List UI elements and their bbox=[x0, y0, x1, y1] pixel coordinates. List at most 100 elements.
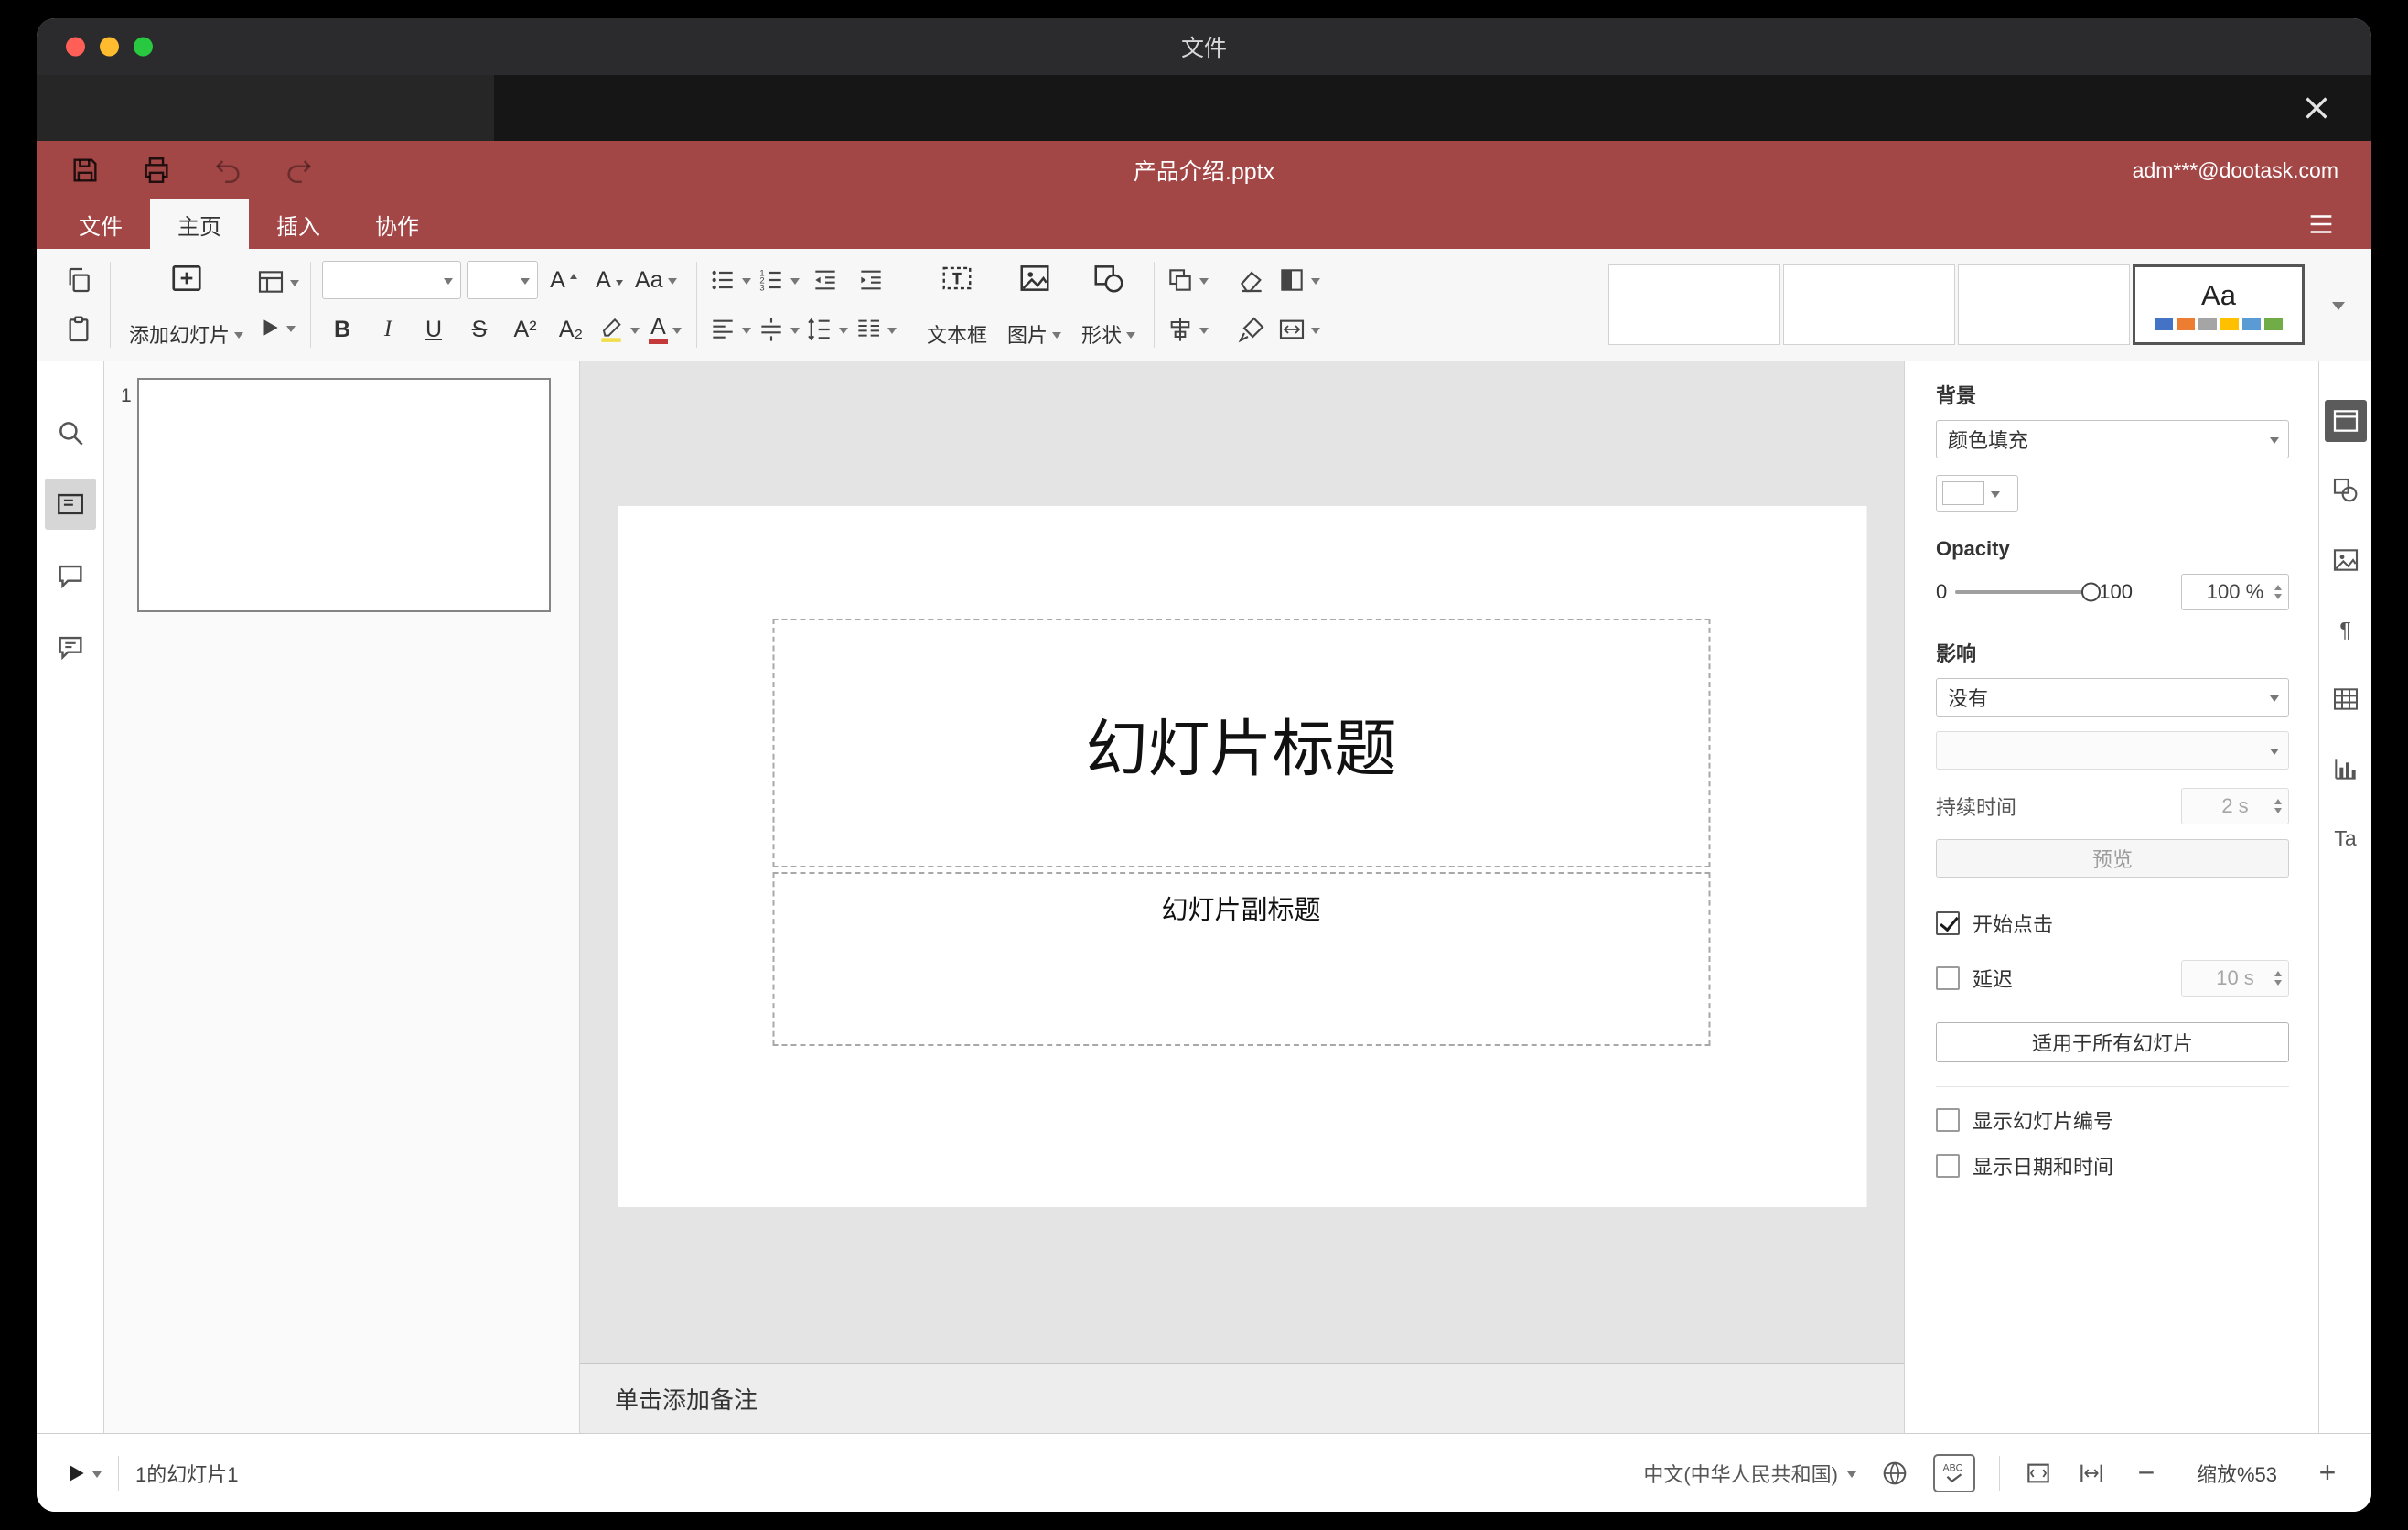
close-icon[interactable] bbox=[2300, 92, 2333, 124]
slides-panel-button[interactable] bbox=[44, 479, 96, 530]
spellcheck-button[interactable] bbox=[1933, 1453, 1975, 1492]
image-settings-button[interactable] bbox=[2325, 539, 2367, 581]
tab-home[interactable]: 主页 bbox=[150, 199, 249, 249]
comments-button[interactable] bbox=[45, 550, 96, 601]
zoom-level[interactable]: 缩放%53 bbox=[2187, 1459, 2287, 1488]
maximize-window-button[interactable] bbox=[134, 37, 153, 57]
shape-settings-button[interactable] bbox=[2325, 469, 2367, 512]
color-swatch bbox=[1942, 481, 1984, 505]
menu-icon[interactable] bbox=[2306, 209, 2337, 240]
decrease-font-button[interactable]: A bbox=[589, 260, 629, 300]
fit-to-width-icon[interactable] bbox=[2077, 1459, 2106, 1488]
increase-font-button[interactable]: A bbox=[543, 260, 584, 300]
slide-thumbnail[interactable] bbox=[137, 378, 551, 612]
fit-to-slide-icon[interactable] bbox=[2024, 1459, 2053, 1488]
underline-button[interactable]: U bbox=[414, 309, 454, 350]
columns-button[interactable] bbox=[854, 309, 898, 350]
subtitle-placeholder[interactable]: 幻灯片副标题 bbox=[772, 872, 1710, 1046]
strikethrough-button[interactable]: S bbox=[459, 309, 500, 350]
stepper-icon[interactable] bbox=[2274, 971, 2282, 986]
add-slide-button[interactable]: 添加幻灯片 bbox=[122, 258, 251, 351]
delay-input[interactable]: 10 s bbox=[2181, 960, 2289, 997]
change-case-button[interactable]: Aa bbox=[635, 260, 677, 300]
delay-checkbox[interactable] bbox=[1936, 966, 1960, 990]
stepper-icon[interactable] bbox=[2274, 799, 2282, 813]
font-color-button[interactable]: A bbox=[645, 309, 685, 350]
highlight-color-button[interactable] bbox=[597, 309, 640, 350]
tab-file[interactable]: 文件 bbox=[51, 199, 150, 249]
theme-option-selected[interactable]: Aa bbox=[2133, 264, 2305, 345]
paste-button[interactable] bbox=[59, 309, 99, 350]
copy-button[interactable] bbox=[59, 260, 99, 300]
arrange-shapes-button[interactable] bbox=[1166, 260, 1209, 300]
increase-indent-button[interactable] bbox=[851, 260, 891, 300]
paragraph-settings-button[interactable]: ¶ bbox=[2325, 609, 2367, 651]
align-shapes-button[interactable] bbox=[1166, 309, 1209, 350]
table-settings-button[interactable] bbox=[2325, 678, 2367, 720]
chart-settings-button[interactable] bbox=[2325, 748, 2367, 790]
line-spacing-button[interactable] bbox=[805, 309, 849, 350]
insert-textbox-button[interactable]: 文本框 bbox=[919, 258, 994, 351]
apply-to-all-slides-button[interactable]: 适用于所有幻灯片 bbox=[1936, 1022, 2289, 1062]
bold-button[interactable]: B bbox=[322, 309, 362, 350]
start-on-click-checkbox[interactable] bbox=[1936, 911, 1960, 935]
opacity-input[interactable]: 100 % bbox=[2181, 574, 2289, 610]
horizontal-align-button[interactable] bbox=[708, 309, 752, 350]
vertical-align-button[interactable] bbox=[757, 309, 801, 350]
align-left-icon bbox=[708, 315, 737, 344]
slide-settings-button[interactable] bbox=[2324, 400, 2367, 442]
color-scheme-button[interactable] bbox=[1277, 260, 1321, 300]
copy-style-button[interactable] bbox=[1231, 309, 1272, 350]
insert-image-button[interactable]: 图片 bbox=[1000, 258, 1069, 351]
start-slideshow-button[interactable] bbox=[64, 1453, 102, 1493]
transition-effect-select[interactable]: 没有 bbox=[1936, 678, 2289, 717]
search-button[interactable] bbox=[45, 407, 96, 458]
globe-icon[interactable] bbox=[1880, 1459, 1909, 1488]
slider-knob-icon[interactable] bbox=[2081, 582, 2102, 602]
slide-size-icon bbox=[1277, 315, 1306, 344]
subscript-button[interactable]: A₂ bbox=[551, 309, 591, 350]
background-fill-select[interactable]: 颜色填充 bbox=[1936, 420, 2289, 458]
notes-area[interactable]: 单击添加备注 bbox=[580, 1363, 1904, 1433]
textart-settings-button[interactable]: Ta bbox=[2325, 817, 2367, 859]
theme-option-1[interactable] bbox=[1608, 264, 1780, 345]
show-slide-number-checkbox[interactable] bbox=[1936, 1108, 1960, 1132]
zoom-out-button[interactable]: − bbox=[2130, 1456, 2163, 1490]
title-placeholder[interactable]: 幻灯片标题 bbox=[772, 619, 1710, 867]
background-color-picker[interactable] bbox=[1936, 475, 2018, 512]
print-icon[interactable] bbox=[141, 155, 172, 186]
font-size-select[interactable] bbox=[467, 261, 539, 299]
preview-slideshow-button[interactable] bbox=[256, 307, 296, 348]
preview-button[interactable]: 预览 bbox=[1936, 839, 2289, 878]
close-window-button[interactable] bbox=[66, 37, 85, 57]
language-select[interactable]: 中文(中华人民共和国) bbox=[1643, 1453, 1856, 1493]
opacity-slider[interactable] bbox=[1955, 582, 2102, 602]
font-name-select[interactable] bbox=[322, 261, 462, 299]
insert-shape-button[interactable]: 形状 bbox=[1074, 258, 1143, 351]
theme-option-3[interactable] bbox=[1958, 264, 2130, 345]
slide[interactable]: 幻灯片标题 幻灯片副标题 bbox=[618, 506, 1866, 1207]
transition-variant-select[interactable] bbox=[1936, 731, 2289, 770]
change-layout-button[interactable] bbox=[256, 262, 300, 302]
chevron-down-icon bbox=[444, 278, 454, 289]
redo-icon[interactable] bbox=[284, 155, 315, 186]
tab-insert[interactable]: 插入 bbox=[249, 199, 348, 249]
italic-button[interactable]: I bbox=[368, 309, 408, 350]
chat-button[interactable] bbox=[45, 621, 96, 673]
theme-option-2[interactable] bbox=[1783, 264, 1955, 345]
decrease-indent-button[interactable] bbox=[805, 260, 845, 300]
tab-collaboration[interactable]: 协作 bbox=[348, 199, 446, 249]
slide-size-button[interactable] bbox=[1277, 309, 1321, 350]
save-icon[interactable] bbox=[70, 155, 101, 186]
undo-icon[interactable] bbox=[212, 155, 243, 186]
clear-style-button[interactable] bbox=[1231, 260, 1272, 300]
bullet-list-button[interactable] bbox=[708, 260, 752, 300]
stepper-icon[interactable] bbox=[2274, 585, 2282, 599]
numbered-list-button[interactable] bbox=[757, 260, 801, 300]
zoom-in-button[interactable]: + bbox=[2311, 1456, 2344, 1490]
minimize-window-button[interactable] bbox=[100, 37, 119, 57]
show-date-time-checkbox[interactable] bbox=[1936, 1154, 1960, 1178]
theme-gallery-expand-button[interactable] bbox=[2317, 264, 2359, 345]
duration-input[interactable]: 2 s bbox=[2181, 788, 2289, 824]
superscript-button[interactable]: A² bbox=[505, 309, 545, 350]
